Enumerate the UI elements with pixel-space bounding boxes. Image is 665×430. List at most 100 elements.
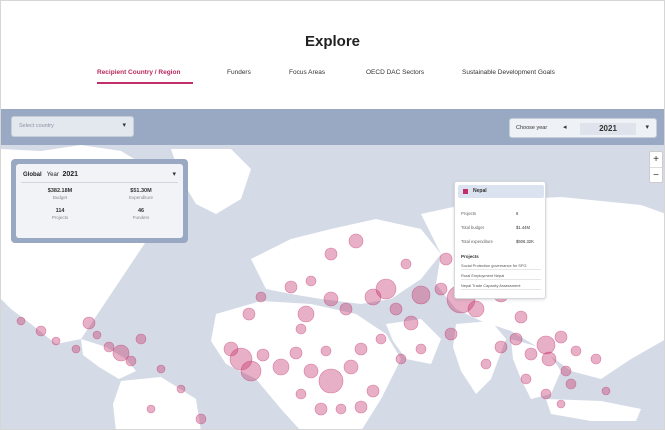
active-tab-indicator	[97, 82, 193, 84]
project-bubble[interactable]	[444, 327, 458, 341]
project-bubble[interactable]	[434, 282, 448, 296]
project-bubble[interactable]	[156, 364, 166, 374]
project-link[interactable]: Social Protection governance for SPG	[461, 263, 541, 270]
projects-heading: Projects	[461, 254, 479, 259]
project-bubble[interactable]	[256, 348, 270, 362]
project-bubble[interactable]	[565, 378, 577, 390]
project-bubble[interactable]	[305, 275, 317, 287]
tab-recipient-country[interactable]: Recipient Country / Region	[97, 69, 180, 76]
project-bubble[interactable]	[195, 413, 207, 425]
project-bubble[interactable]	[524, 347, 538, 361]
project-bubble[interactable]	[297, 305, 315, 323]
project-bubble[interactable]	[354, 400, 368, 414]
project-bubble[interactable]	[480, 358, 492, 370]
project-bubble[interactable]	[82, 316, 96, 330]
project-link[interactable]: Nepal Trade Capacity Assessment	[461, 283, 541, 290]
project-bubble[interactable]	[318, 368, 344, 394]
stat-expenditure-label: Expenditure	[128, 195, 154, 200]
project-bubble[interactable]	[520, 373, 532, 385]
project-bubble[interactable]	[375, 333, 387, 345]
stat-funders-label: Funders	[132, 215, 150, 220]
project-bubble[interactable]	[92, 330, 102, 340]
project-bubble[interactable]	[223, 341, 239, 357]
world-map[interactable]	[1, 109, 664, 429]
project-bubble[interactable]	[514, 310, 528, 324]
project-bubble[interactable]	[295, 388, 307, 400]
year-selector-value[interactable]: 2021	[580, 123, 636, 135]
project-bubble[interactable]	[51, 336, 61, 346]
chevron-down-icon[interactable]: ▾	[645, 123, 649, 131]
project-bubble[interactable]	[570, 345, 582, 357]
project-bubble[interactable]	[135, 333, 147, 345]
project-bubble[interactable]	[335, 403, 347, 415]
project-bubble[interactable]	[272, 358, 290, 376]
project-bubble[interactable]	[560, 365, 572, 377]
project-bubble[interactable]	[343, 359, 359, 375]
project-bubble[interactable]	[242, 307, 256, 321]
explore-tabs: Recipient Country / Region Funders Focus…	[1, 69, 664, 91]
project-bubble[interactable]	[339, 302, 353, 316]
country-select[interactable]: Select country ▾	[11, 116, 134, 137]
project-bubble[interactable]	[400, 258, 412, 270]
project-bubble[interactable]	[411, 285, 431, 305]
project-bubble[interactable]	[16, 316, 26, 326]
project-bubble[interactable]	[240, 360, 262, 382]
project-bubble[interactable]	[601, 386, 611, 396]
row-projects-value: 6	[516, 211, 519, 216]
tab-focus-areas[interactable]: Focus Areas	[289, 69, 325, 76]
tab-oecd-dac-sectors[interactable]: OECD DAC Sectors	[366, 69, 424, 76]
chevron-down-icon: ▾	[122, 122, 126, 129]
zoom-out-button[interactable]: −	[650, 167, 662, 182]
project-link[interactable]: Rural Employment Nepal	[461, 273, 541, 280]
row-budget-label: Total budget	[461, 225, 484, 230]
project-bubble[interactable]	[354, 342, 368, 356]
project-bubble[interactable]	[348, 233, 364, 249]
chevron-left-icon[interactable]: ◂	[563, 123, 567, 131]
project-bubble[interactable]	[509, 332, 523, 346]
project-bubble[interactable]	[554, 330, 568, 344]
stat-projects-label: Projects	[51, 215, 69, 220]
project-bubble[interactable]	[35, 325, 47, 337]
project-bubble[interactable]	[71, 344, 81, 354]
project-bubble[interactable]	[389, 302, 403, 316]
project-bubble[interactable]	[536, 335, 556, 355]
project-bubble[interactable]	[303, 363, 319, 379]
year-selector[interactable]: Choose year ◂ 2021 ▾	[509, 118, 657, 138]
project-bubble[interactable]	[540, 388, 552, 400]
project-bubble[interactable]	[255, 291, 267, 303]
page-title: Explore	[304, 33, 361, 50]
row-projects-label: Projects	[461, 211, 477, 216]
chevron-down-icon[interactable]: ▾	[172, 170, 176, 178]
project-bubble[interactable]	[395, 353, 407, 365]
global-summary-inner: Global Year 2021 ▾ $382.18M Budget $51.3…	[16, 164, 183, 238]
project-bubble[interactable]	[439, 252, 453, 266]
project-bubble[interactable]	[324, 247, 338, 261]
project-bubble[interactable]	[366, 384, 380, 398]
project-bubble[interactable]	[103, 341, 115, 353]
row-expenditure-label: Total expenditure	[461, 239, 493, 244]
project-bubble[interactable]	[556, 399, 566, 409]
project-bubble[interactable]	[125, 355, 137, 367]
project-bubble[interactable]	[295, 323, 307, 335]
project-bubble[interactable]	[146, 404, 156, 414]
stat-funders: 46 Funders	[111, 208, 171, 220]
project-bubble[interactable]	[284, 280, 298, 294]
project-bubble[interactable]	[289, 346, 303, 360]
project-bubble[interactable]	[403, 315, 419, 331]
project-bubble[interactable]	[415, 343, 427, 355]
tab-sdgs[interactable]: Sustainable Development Goals	[462, 69, 555, 76]
stat-budget-value: $382.18M	[47, 188, 73, 194]
global-summary-header: Global Year 2021	[23, 171, 78, 178]
zoom-in-button[interactable]: +	[650, 152, 662, 167]
tab-funders[interactable]: Funders	[227, 69, 251, 76]
project-bubble[interactable]	[590, 353, 602, 365]
project-bubble[interactable]	[320, 345, 332, 357]
project-bubble[interactable]	[176, 384, 186, 394]
project-bubble[interactable]	[494, 340, 508, 354]
project-bubble[interactable]	[541, 351, 557, 367]
divider	[21, 182, 178, 183]
project-bubble[interactable]	[314, 402, 328, 416]
project-bubble[interactable]	[467, 300, 485, 318]
project-bubble[interactable]	[323, 291, 339, 307]
project-bubble[interactable]	[375, 278, 397, 300]
